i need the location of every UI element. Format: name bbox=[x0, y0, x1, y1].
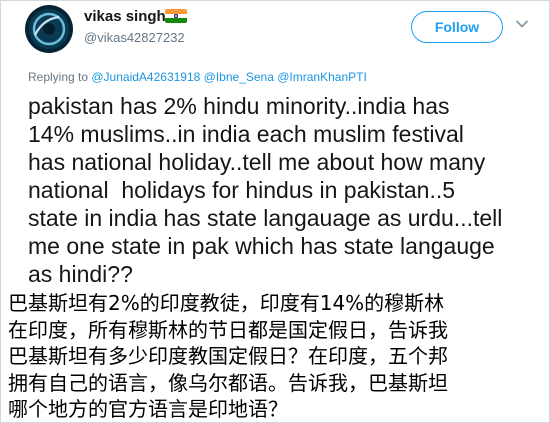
translation-line: 在印度，所有穆斯林的节日都是国定假日，告诉我 bbox=[8, 317, 448, 342]
tweet-line: pakistan has 2% hindu minority..india ha… bbox=[28, 93, 450, 119]
reply-prefix: Replying to bbox=[28, 70, 92, 84]
display-name[interactable]: vikas singh bbox=[84, 8, 166, 25]
translation-line: 巴基斯坦有2%的印度教徒，印度有14%的穆斯林 bbox=[8, 291, 445, 315]
translation-line: 哪个地方的官方语言是印地语？ bbox=[8, 397, 288, 421]
mention-link[interactable]: @JunaidA42631918 bbox=[91, 70, 200, 84]
follow-button[interactable]: Follow bbox=[411, 11, 503, 43]
reply-context: Replying to @JunaidA42631918 @Ibne_Sena … bbox=[28, 70, 367, 84]
translation-line: 拥有自己的语言，像乌尔都语。告诉我，巴基斯坦 bbox=[8, 370, 448, 395]
india-flag-icon bbox=[165, 9, 187, 23]
tweet-line: has national holiday..tell me about how … bbox=[28, 149, 486, 175]
tweet-line: as hindi?? bbox=[28, 261, 133, 287]
mention-link[interactable]: @Ibne_Sena bbox=[204, 70, 274, 84]
avatar-image bbox=[29, 9, 69, 49]
tweet-text: pakistan has 2% hindu minority..india ha… bbox=[28, 92, 538, 288]
tweet-line: 14% muslims..in india each muslim festiv… bbox=[28, 121, 464, 147]
user-handle[interactable]: @vikas42827232 bbox=[84, 30, 185, 45]
tweet-line: national holidays for hindus in pakistan… bbox=[28, 177, 456, 203]
chevron-down-icon[interactable] bbox=[514, 16, 530, 32]
tweet-line: me one state in pak which has state lang… bbox=[28, 233, 495, 259]
avatar[interactable] bbox=[25, 5, 73, 53]
translation-line: 巴基斯坦有多少印度教国定假日？在印度，五个邦 bbox=[8, 344, 448, 368]
chinese-translation: 巴基斯坦有2%的印度教徒，印度有14%的穆斯林 在印度，所有穆斯林的节日都是国定… bbox=[8, 290, 548, 423]
tweet-line: state in india has state langauage as ur… bbox=[28, 205, 503, 231]
mention-link[interactable]: @ImranKhanPTI bbox=[277, 70, 367, 84]
